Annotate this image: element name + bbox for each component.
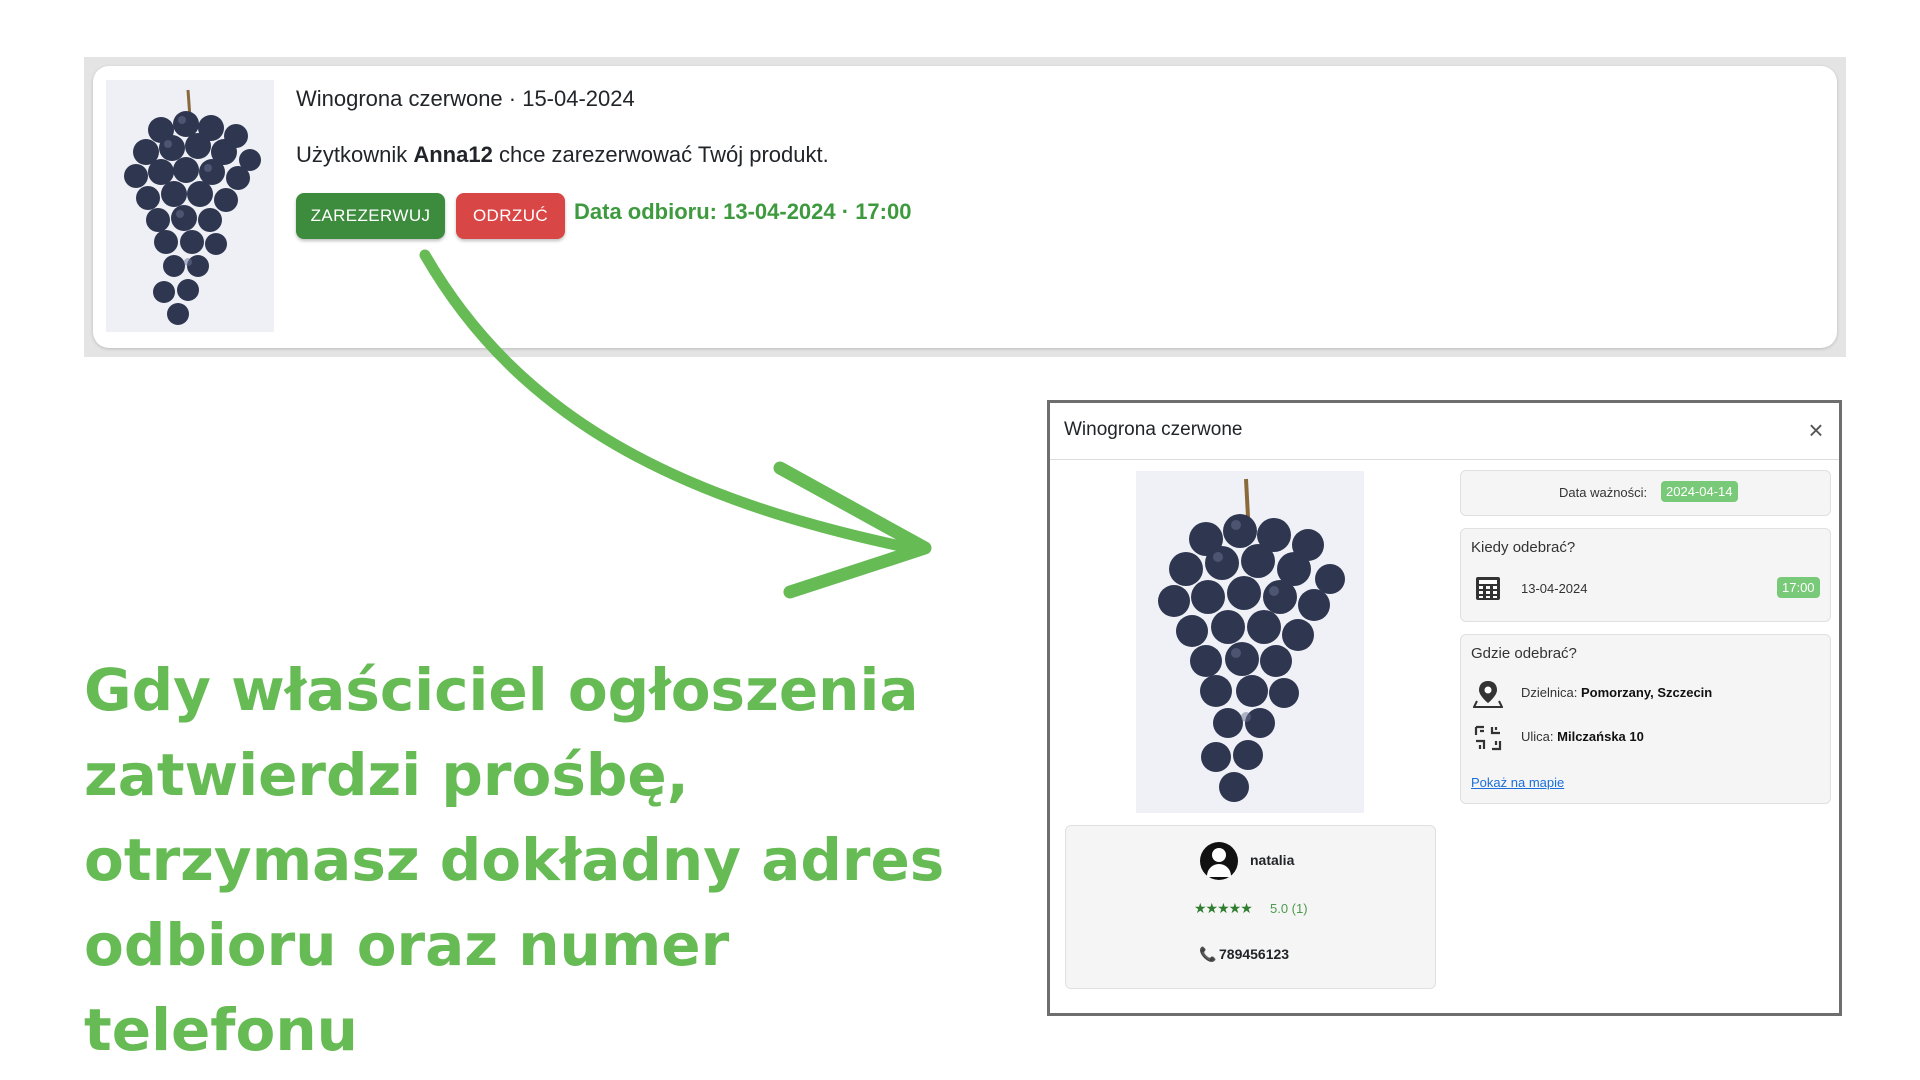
pickup-date: Data odbioru: 13-04-2024 · 17:00 <box>574 199 912 224</box>
user-avatar-icon <box>1200 842 1238 880</box>
calendar-icon <box>1476 577 1500 600</box>
pickup-time-badge: 17:00 <box>1777 577 1820 598</box>
pickup-location-heading: Gdzie odebrać? <box>1471 645 1577 662</box>
expiry-box: Data ważności: 2024-04-14 <box>1460 470 1831 516</box>
reservation-notification-card: Winogrona czerwone · 15-04-2024 Użytkown… <box>93 66 1837 348</box>
requesting-username: Anna12 <box>413 142 493 167</box>
district-row: Dzielnica: Pomorzany, Szczecin <box>1521 685 1712 700</box>
district-value: Pomorzany, Szczecin <box>1580 685 1713 700</box>
instruction-caption: Gdy właściciel ogłoszenia zatwierdzi pro… <box>84 656 945 1064</box>
reject-button[interactable]: ODRZUĆ <box>456 193 565 239</box>
district-label: Dzielnica: <box>1521 685 1578 700</box>
expiry-date-badge: 2024-04-14 <box>1661 481 1738 502</box>
message-suffix: chce zarezerwować Twój produkt. <box>492 142 829 167</box>
street-label: Ulica: <box>1521 729 1554 744</box>
phone-icon: 📞 <box>1199 946 1217 962</box>
notification-message: Użytkownik Anna12 chce zarezerwować Twój… <box>296 142 829 168</box>
street-icon <box>1474 725 1502 751</box>
show-on-map-link[interactable]: Pokaż na mapie <box>1471 775 1564 790</box>
close-icon[interactable]: × <box>1801 415 1831 445</box>
product-modal: Winogrona czerwone × natalia ★★★★★ 5.0 (… <box>1047 400 1842 1016</box>
seller-rating: 5.0 (1) <box>1270 901 1308 916</box>
pickup-location-box: Gdzie odebrać? Dzielnica: Pomorzany, Szc… <box>1460 634 1831 804</box>
star-icon: ★★★★★ <box>1194 900 1253 916</box>
reserve-button[interactable]: ZAREZERWUJ <box>296 193 445 239</box>
modal-header: Winogrona czerwone × <box>1050 403 1839 460</box>
seller-card: natalia ★★★★★ 5.0 (1) 📞 789456123 <box>1065 825 1436 989</box>
seller-phone[interactable]: 789456123 <box>1219 946 1289 962</box>
product-image <box>1136 471 1364 813</box>
expiry-label: Data ważności: <box>1559 485 1648 500</box>
pickup-time-box: Kiedy odebrać? 13-04-2024 17:00 <box>1460 528 1831 622</box>
map-pin-icon <box>1473 681 1503 708</box>
seller-name[interactable]: natalia <box>1250 852 1294 868</box>
message-prefix: Użytkownik <box>296 142 414 167</box>
pickup-date-value: 13-04-2024 <box>1521 581 1588 596</box>
pickup-time-heading: Kiedy odebrać? <box>1471 539 1576 556</box>
notification-title: Winogrona czerwone · 15-04-2024 <box>296 86 635 111</box>
modal-title: Winogrona czerwone <box>1064 419 1243 440</box>
street-value: Milczańska 10 <box>1557 729 1644 744</box>
grapes-thumbnail <box>106 80 274 332</box>
street-row: Ulica: Milczańska 10 <box>1521 729 1644 744</box>
